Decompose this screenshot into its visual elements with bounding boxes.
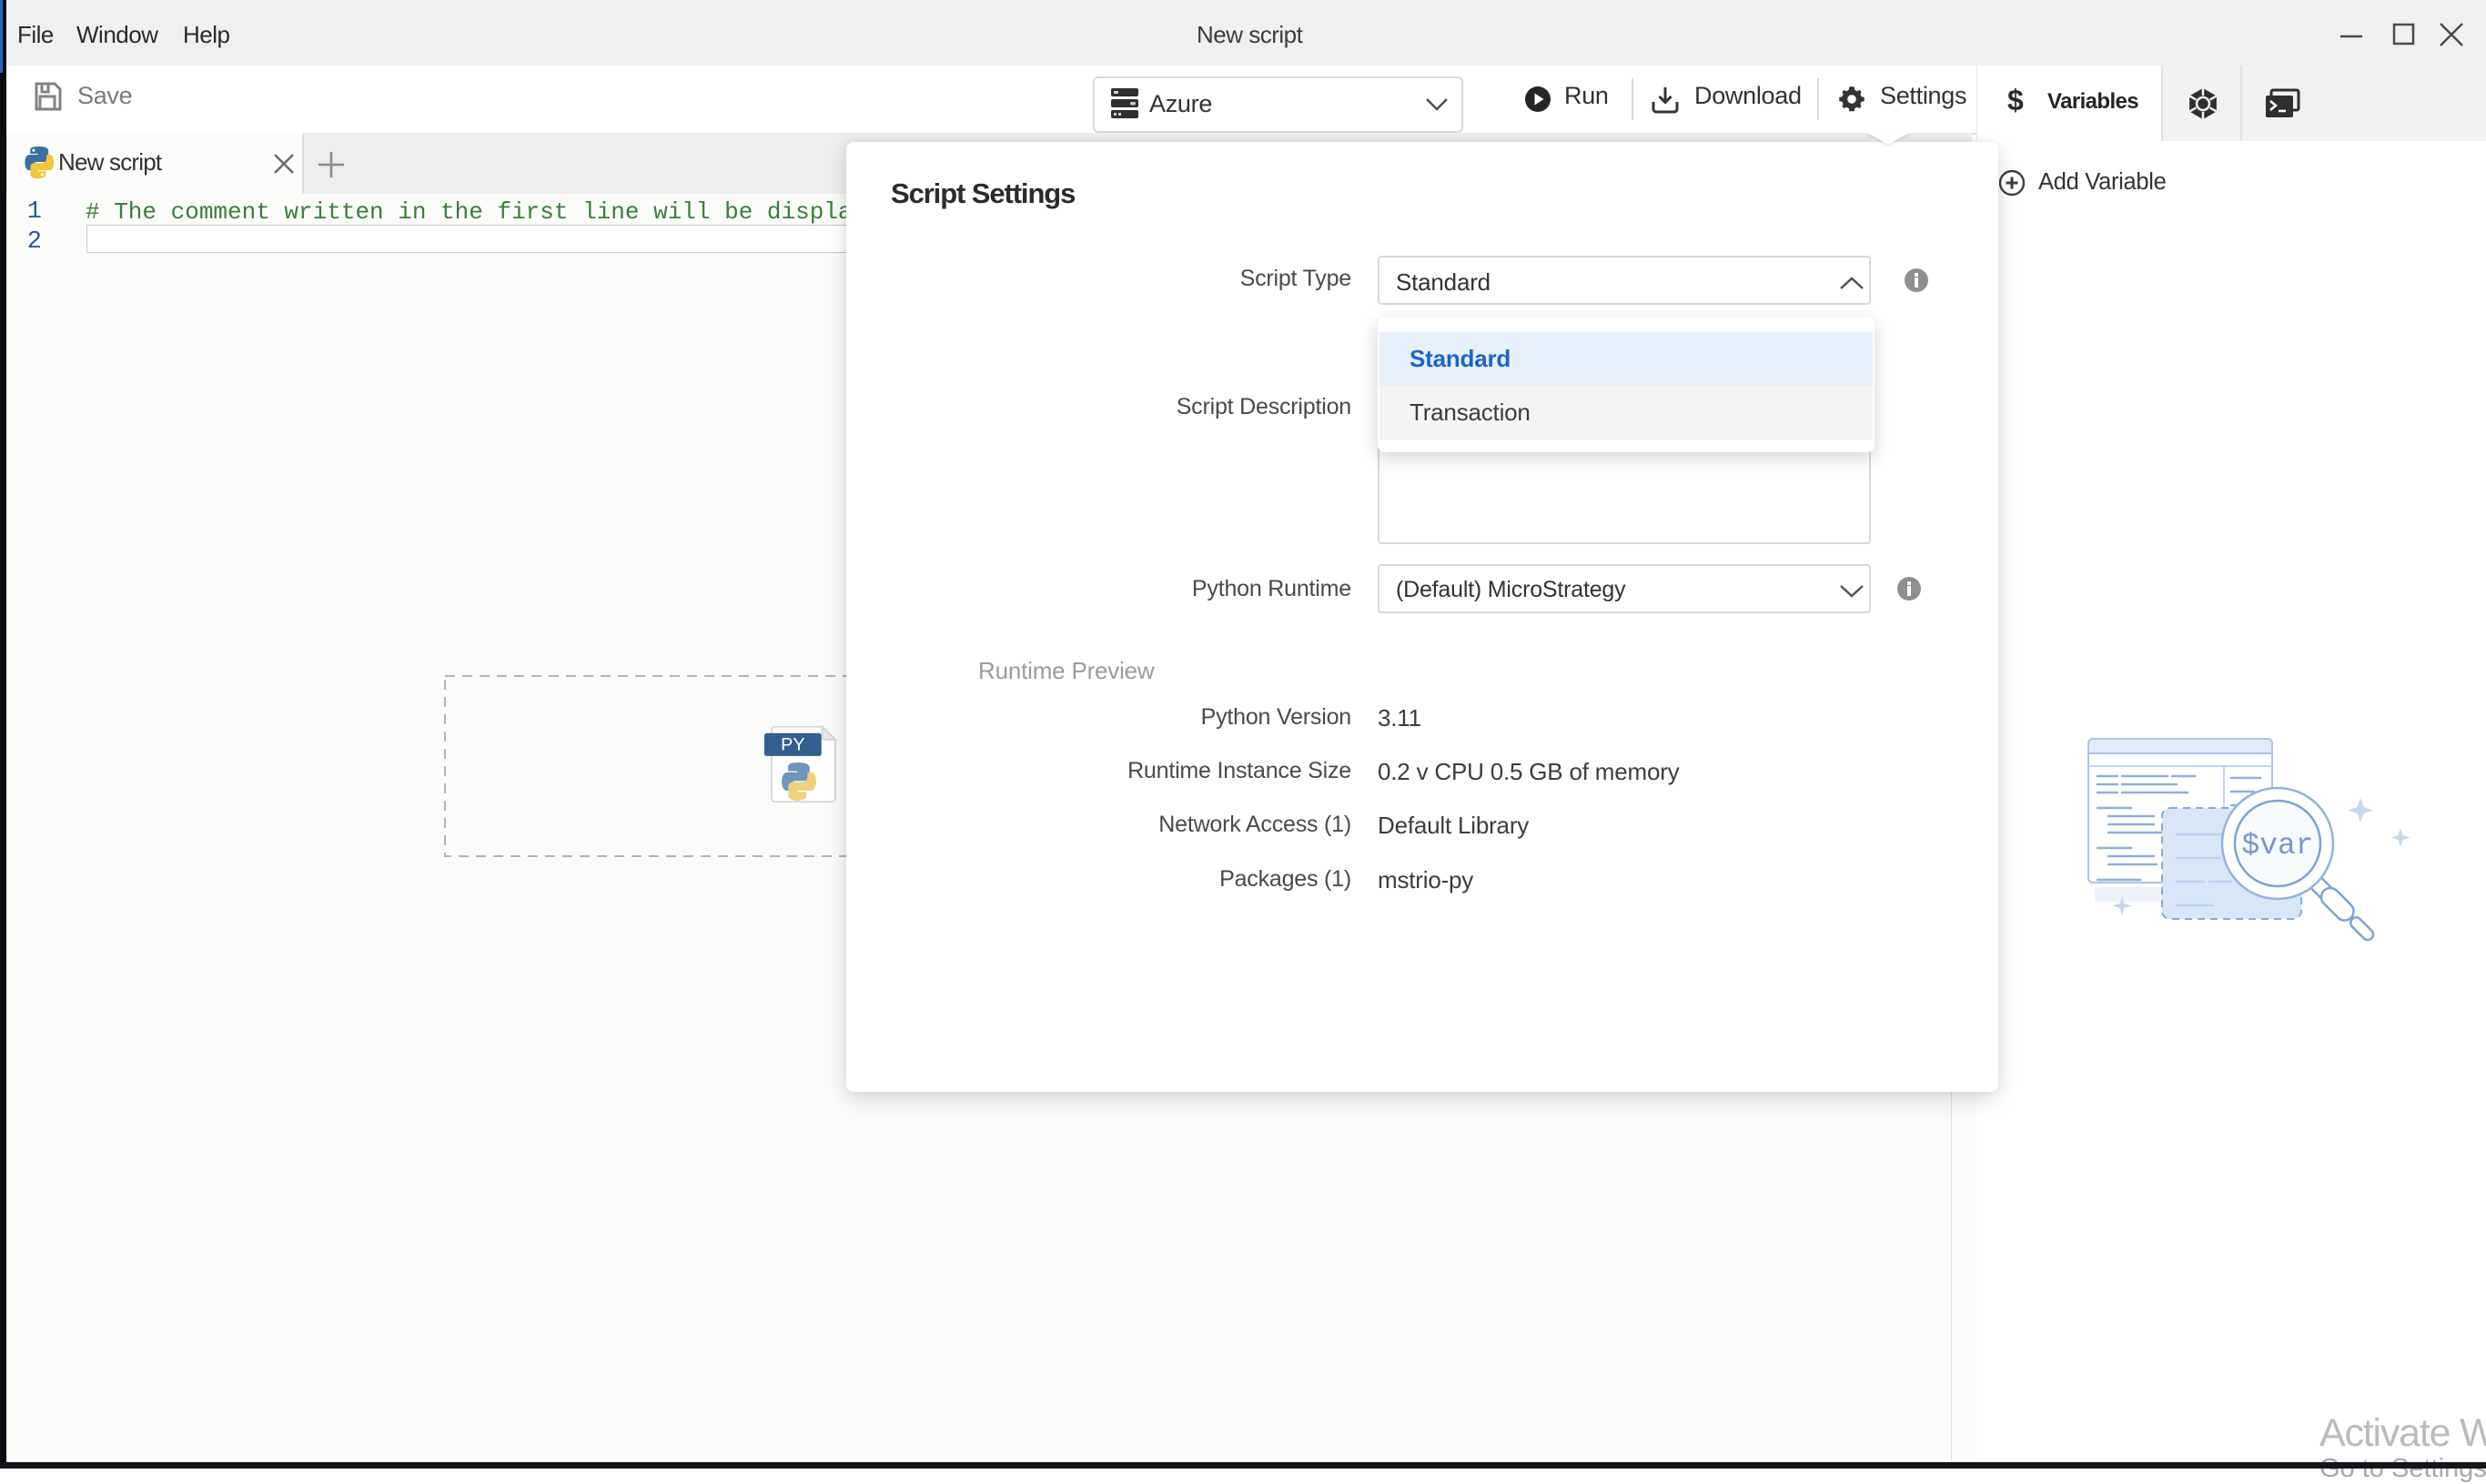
svg-text:$var: $var [2241,829,2313,863]
svg-text:PY: PY [781,735,804,755]
